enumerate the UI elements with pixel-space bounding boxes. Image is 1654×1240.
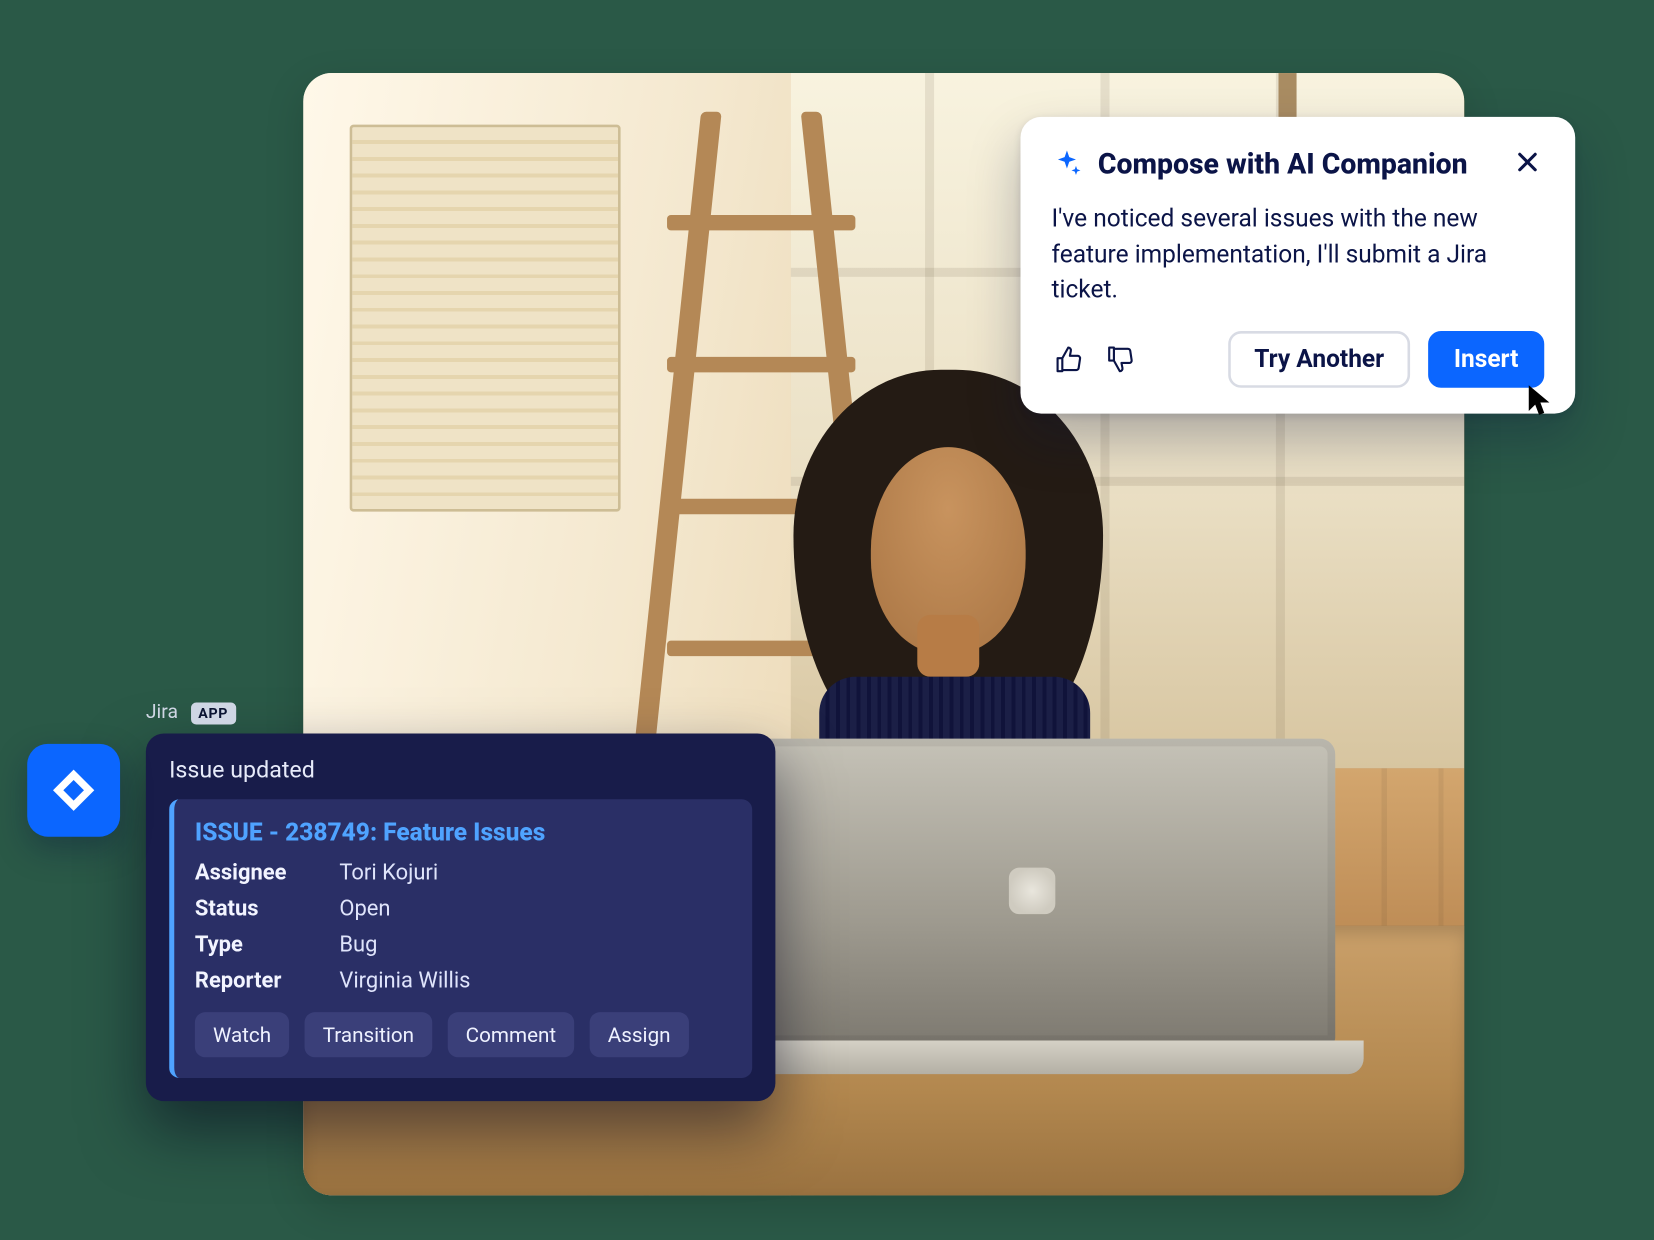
jira-field-assignee: Assignee Tori Kojuri xyxy=(195,860,732,886)
insert-button[interactable]: Insert xyxy=(1428,331,1544,388)
comment-button[interactable]: Comment xyxy=(448,1012,575,1057)
jira-logo-icon xyxy=(27,744,120,837)
jira-field-type: Type Bug xyxy=(195,932,732,958)
jira-issue-title[interactable]: ISSUE - 238749: Feature Issues xyxy=(195,817,732,847)
thumbs-down-icon[interactable] xyxy=(1103,342,1137,376)
close-icon[interactable] xyxy=(1511,145,1545,185)
watch-button[interactable]: Watch xyxy=(195,1012,289,1057)
jira-subtitle: Issue updated xyxy=(169,757,752,784)
jira-panel: Jira APP Issue updated ISSUE - 238749: F… xyxy=(27,734,775,1102)
ai-popup-body: I've noticed several issues with the new… xyxy=(1051,201,1544,308)
try-another-button[interactable]: Try Another xyxy=(1228,331,1409,388)
sparkle-icon xyxy=(1051,147,1082,183)
cursor-pointer-icon xyxy=(1526,382,1557,423)
jira-field-status: Status Open xyxy=(195,896,732,922)
transition-button[interactable]: Transition xyxy=(305,1012,433,1057)
thumbs-up-icon[interactable] xyxy=(1051,342,1085,376)
ai-companion-popup: Compose with AI Companion I've noticed s… xyxy=(1021,117,1576,413)
jira-issue-card: ISSUE - 238749: Feature Issues Assignee … xyxy=(169,799,752,1078)
jira-app-label: Jira APP xyxy=(146,700,236,723)
jira-field-reporter: Reporter Virginia Willis xyxy=(195,968,732,994)
ai-popup-title: Compose with AI Companion xyxy=(1098,149,1495,181)
assign-button[interactable]: Assign xyxy=(590,1012,689,1057)
